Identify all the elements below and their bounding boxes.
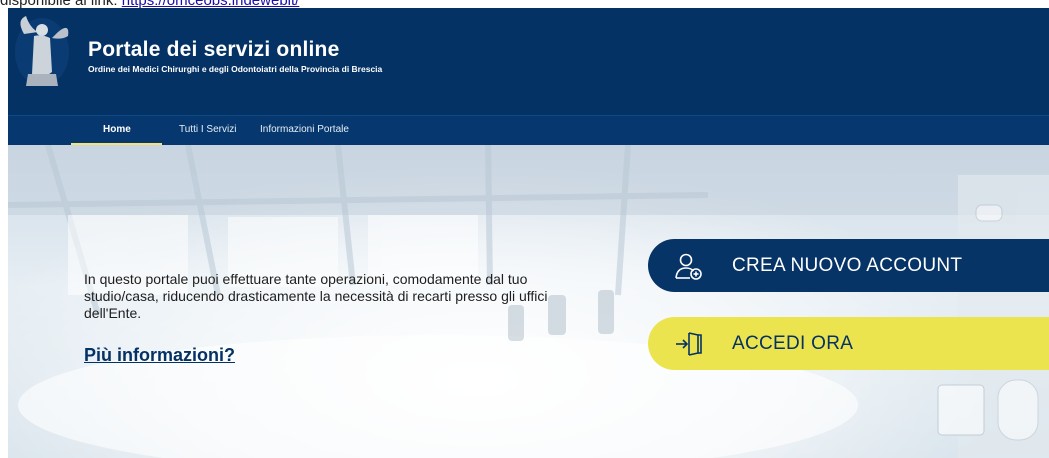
hero-description: In questo portale puoi effettuare tante …	[84, 271, 548, 321]
more-info-link[interactable]: Più informazioni?	[84, 345, 235, 366]
portal-subtitle: Ordine dei Medici Chirurghi e degli Odon…	[88, 64, 383, 74]
nav-informazioni-portale[interactable]: Informazioni Portale	[260, 116, 349, 144]
login-door-icon	[674, 329, 704, 359]
create-account-label: CREA NUOVO ACCOUNT	[732, 254, 963, 276]
header: Portale dei servizi online Ordine dei Me…	[8, 8, 1049, 124]
portal-frame: Portale dei servizi online Ordine dei Me…	[8, 8, 1049, 458]
top-note: disponibile ai link: https://omceobs.iri…	[0, 0, 1049, 8]
nav-home[interactable]: Home	[103, 116, 131, 144]
user-add-icon	[674, 251, 704, 281]
main-nav: Home Tutti I Servizi Informazioni Portal…	[8, 115, 1049, 146]
hero-section: In questo portale puoi effettuare tante …	[8, 145, 1049, 458]
portal-title: Portale dei servizi online	[88, 38, 340, 61]
nav-tutti-servizi[interactable]: Tutti I Servizi	[179, 116, 236, 144]
login-button[interactable]: ACCEDI ORA	[648, 317, 1049, 370]
create-account-button[interactable]: CREA NUOVO ACCOUNT	[648, 239, 1049, 292]
login-label: ACCEDI ORA	[732, 332, 854, 354]
angel-statue-logo	[15, 16, 69, 86]
